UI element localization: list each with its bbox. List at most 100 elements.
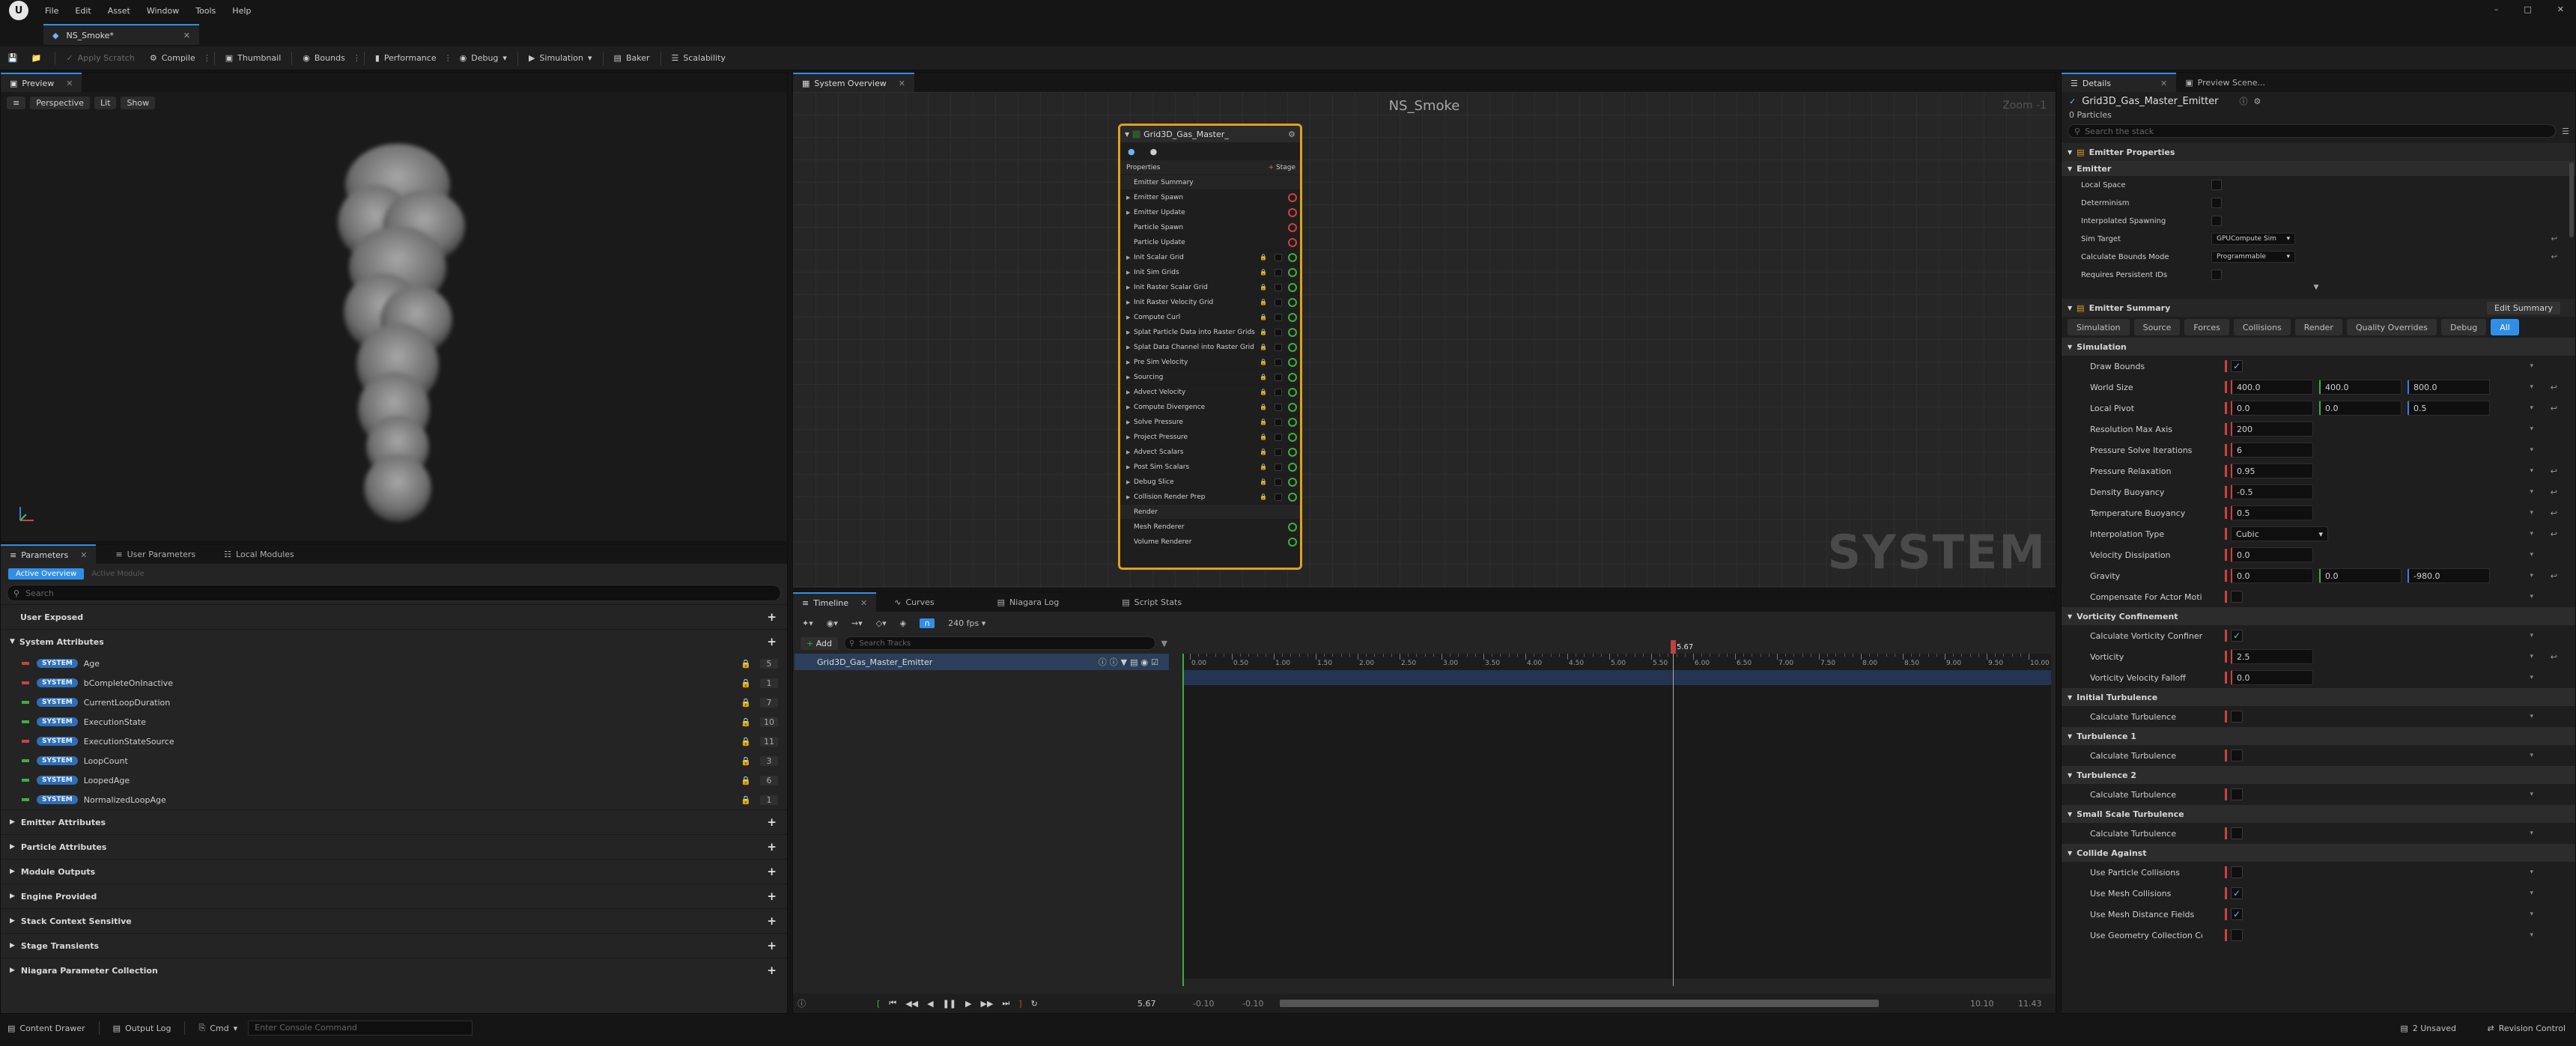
node-stack-row[interactable]: ▶ Project Pressure 🔒 — [1120, 430, 1300, 445]
row-options-icon[interactable]: ▾ — [2530, 530, 2533, 538]
detail-value-field[interactable]: 0.5 — [2408, 401, 2490, 416]
detail-row[interactable]: Use Mesh Collisions ✓ ▾ — [2062, 883, 2575, 904]
loop-end-icon[interactable]: ] — [1018, 999, 1021, 1009]
snap-icon[interactable]: ◇▾ — [876, 618, 887, 628]
detail-checkbox[interactable]: ✓ — [2231, 360, 2243, 372]
node-stack-row[interactable]: ▶ Collision Render Prep 🔒 — [1120, 490, 1300, 505]
row-options-icon[interactable]: ▾ — [2530, 931, 2533, 939]
node-stack-row[interactable]: Volume Renderer — [1120, 535, 1300, 550]
row-options-icon[interactable]: ▾ — [2530, 653, 2533, 660]
reset-icon[interactable]: ↩ — [2551, 466, 2557, 476]
detail-row[interactable]: World Size 400.0 400.0 800.0 ↩ ▾ — [2062, 377, 2575, 398]
detail-checkbox[interactable]: ✓ — [2231, 908, 2243, 920]
row-options-icon[interactable]: ▾ — [2530, 890, 2533, 897]
bounds-button[interactable]: ◉ Bounds — [295, 49, 353, 67]
section-stack-context-sensitive[interactable]: ▶ Stack Context Sensitive + — [1, 908, 787, 933]
node-stack-row[interactable]: Emitter Summary — [1120, 175, 1300, 190]
filter-tab-debug[interactable]: Debug — [2441, 319, 2487, 335]
loop-start-icon[interactable]: [ — [877, 999, 880, 1009]
node-stack-row[interactable]: ▶ Init Raster Velocity Grid 🔒 — [1120, 295, 1300, 310]
enable-checkbox[interactable] — [1275, 433, 1282, 441]
close-icon[interactable]: ✕ — [2160, 79, 2167, 88]
detail-checkbox[interactable] — [2231, 711, 2243, 723]
detail-row[interactable]: Pressure Relaxation 0.95 ↩ ▾ — [2062, 460, 2575, 481]
reset-icon[interactable]: ↩ — [2551, 571, 2557, 581]
detail-checkbox[interactable] — [2231, 866, 2243, 878]
turbulence-2-header[interactable]: ▼ Turbulence 2 — [2062, 766, 2575, 784]
perspective-button[interactable]: Perspective — [30, 97, 90, 109]
detail-value-field[interactable]: 0.0 — [2319, 568, 2402, 583]
playhead-marker[interactable] — [1671, 640, 1676, 654]
timeline-scrollbar[interactable] — [1280, 1000, 1879, 1007]
filter-tab-forces[interactable]: Forces — [2184, 319, 2229, 335]
reset-icon[interactable]: ↩ — [2551, 235, 2557, 243]
detail-row[interactable]: Vorticity Velocity Falloff 0.0 ▾ — [2062, 667, 2575, 688]
emitter-prop-row[interactable]: Calculate Bounds Mode Programmable ▾ ↩ — [2062, 248, 2575, 266]
key-icon[interactable]: ⇝▾ — [851, 618, 863, 628]
revision-control-button[interactable]: ⇄ Revision Control — [2488, 1024, 2566, 1033]
view-icon[interactable]: ◉▾ — [827, 618, 838, 628]
prop-select[interactable]: GPUCompute Sim ▾ — [2211, 233, 2295, 245]
calculate-turbulence-row[interactable]: Calculate Turbulence ▾ — [2062, 823, 2575, 844]
emitter-properties-header[interactable]: ▼ ▤ Emitter Properties — [2062, 143, 2575, 161]
menu-item-help[interactable]: Help — [232, 6, 251, 16]
node-stack-row[interactable]: ▶ Sourcing 🔒 — [1120, 370, 1300, 385]
filter-tab-all[interactable]: All — [2491, 319, 2519, 335]
detail-row[interactable]: Compensate For Actor Motion ▾ — [2062, 586, 2575, 607]
detail-value-field[interactable]: 0.5 — [2231, 505, 2313, 520]
detail-checkbox[interactable] — [2231, 827, 2243, 839]
prop-checkbox[interactable] — [2211, 198, 2222, 208]
detail-row[interactable]: Temperature Buoyancy 0.5 ↩ ▾ — [2062, 502, 2575, 523]
add-icon[interactable]: + — [767, 865, 777, 878]
view-start-b[interactable]: -0.10 — [1242, 999, 1263, 1009]
row-options-icon[interactable]: ▾ — [2530, 791, 2533, 798]
node-stack-row[interactable]: Particle Update — [1120, 235, 1300, 250]
active-module-toggle[interactable]: Active Module — [91, 570, 144, 578]
section-module-outputs[interactable]: ▶ Module Outputs + — [1, 859, 787, 884]
node-stack-row[interactable]: ▶ Emitter Update — [1120, 205, 1300, 220]
detail-row[interactable]: Use Geometry Collection Coll ▾ — [2062, 925, 2575, 946]
browse-icon[interactable]: 📁 — [31, 53, 42, 63]
detail-checkbox[interactable]: ✓ — [2231, 887, 2243, 899]
close-window-icon[interactable]: ✕ — [2557, 4, 2564, 14]
section-niagara-parameter-collection[interactable]: ▶ Niagara Parameter Collection + — [1, 958, 787, 982]
enable-checkbox[interactable] — [1275, 253, 1282, 261]
vorticity-header[interactable]: ▼ Vorticity Confinement — [2062, 607, 2575, 625]
step-forward-icon[interactable]: ▶ — [965, 999, 971, 1009]
detail-row[interactable]: Velocity Dissipation 0.0 ▾ — [2062, 544, 2575, 565]
detail-checkbox[interactable] — [2231, 591, 2243, 603]
enable-checkbox[interactable] — [1275, 268, 1282, 276]
detail-value-field[interactable]: 0.95 — [2231, 463, 2313, 478]
to-start-icon[interactable]: ⏮ — [889, 998, 896, 1009]
view-end-a[interactable]: 10.10 — [1970, 999, 1994, 1009]
stack-search[interactable]: ⚲ Search the stack — [2068, 124, 2557, 138]
node-stack-row[interactable]: ▶ Pre Sim Velocity 🔒 — [1120, 355, 1300, 370]
track-buttons[interactable]: ⓘⓘ▼▤◉☑ — [1099, 656, 1161, 668]
performance-button[interactable]: ▮ Performance — [368, 49, 444, 67]
close-icon[interactable]: ✕ — [80, 550, 87, 560]
close-icon[interactable]: ✕ — [860, 598, 867, 608]
detail-value-field[interactable]: 0.0 — [2231, 670, 2313, 685]
add-track-button[interactable]: + Add — [801, 636, 839, 650]
reset-icon[interactable]: ↩ — [2551, 253, 2557, 261]
emitter-prop-row[interactable]: Interpolated Spawning — [2062, 212, 2575, 230]
detail-row[interactable]: Vorticity 2.5 ↩ ▾ — [2062, 646, 2575, 667]
tab-curves[interactable]: ∿ Curves — [885, 592, 943, 612]
node-stack-row[interactable]: ▶ Debug Slice 🔒 — [1120, 475, 1300, 490]
attribute-row[interactable]: SYSTEM ExecutionStateSource 🔒 11 — [1, 732, 787, 751]
prop-checkbox[interactable] — [2211, 180, 2222, 190]
enable-checkbox[interactable] — [1275, 343, 1282, 351]
save-icon[interactable]: 💾 — [7, 53, 18, 63]
node-stack-row[interactable]: Particle Spawn — [1120, 220, 1300, 235]
small-scale-turbulence-header[interactable]: ▼ Small Scale Turbulence — [2062, 805, 2575, 823]
view-start-a[interactable]: -0.10 — [1193, 999, 1214, 1009]
baker-button[interactable]: ▤ Baker — [607, 49, 657, 67]
detail-row[interactable]: Density Buoyancy -0.5 ↩ ▾ — [2062, 481, 2575, 502]
debug-button[interactable]: ◉ Debug ▾ — [452, 49, 514, 67]
node-stack-row[interactable]: ▶ Compute Divergence 🔒 — [1120, 400, 1300, 415]
loop-icon[interactable]: ↻ — [1031, 999, 1038, 1009]
minimize-icon[interactable]: – — [2494, 4, 2499, 14]
reset-icon[interactable]: ↩ — [2551, 652, 2557, 662]
reset-icon[interactable]: ↩ — [2551, 404, 2557, 413]
settings-icon[interactable]: ⚙ — [2254, 97, 2261, 106]
